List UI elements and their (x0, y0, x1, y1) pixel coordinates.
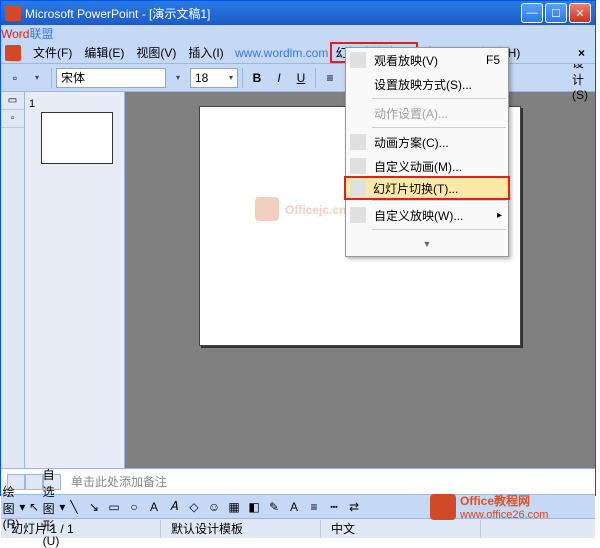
menu-slide-transition[interactable]: 幻灯片切换(T)... (344, 176, 510, 200)
present-icon (350, 52, 366, 68)
slide-thumbnail[interactable] (41, 112, 113, 164)
toolbar-dropdown[interactable]: ▾ (27, 68, 47, 88)
underline-button[interactable]: U (291, 68, 311, 88)
oval-button[interactable]: ○ (125, 498, 143, 516)
app-icon (5, 5, 21, 21)
align-left-button[interactable]: ≡ (320, 68, 340, 88)
menu-insert[interactable]: 插入(I) (182, 42, 229, 63)
outline-tab[interactable]: ▭ (1, 92, 24, 110)
minimize-button[interactable]: — (521, 3, 543, 23)
close-button[interactable]: ✕ (569, 3, 591, 23)
watermark-top: Word联盟 (1, 25, 595, 42)
transition-icon (350, 180, 366, 196)
diagram-button[interactable]: ◇ (185, 498, 203, 516)
menu-anim-schemes[interactable]: 动画方案(C)... (346, 130, 508, 154)
arrowstyle-button[interactable]: ⇄ (345, 498, 363, 516)
notes-placeholder[interactable]: 单击此处添加备注 (71, 473, 167, 490)
status-slide-indicator: 幻灯片 1 / 1 (1, 520, 161, 537)
slideshow-dropdown: 观看放映(V)F5 设置放映方式(S)... 动作设置(A)... 动画方案(C… (345, 47, 509, 257)
menu-custom-show[interactable]: 自定义放映(W)...▸ (346, 203, 508, 227)
office-logo-icon (430, 494, 456, 520)
slides-tab[interactable]: ▫ (1, 110, 24, 128)
thumb-number: 1 (29, 98, 120, 110)
pointer-button[interactable]: ↖ (25, 498, 43, 516)
arrow-button[interactable]: ↘ (85, 498, 103, 516)
maximize-button[interactable]: ☐ (545, 3, 567, 23)
bold-button[interactable]: B (247, 68, 267, 88)
slide-watermark: Officejc.cn (255, 197, 346, 221)
doc-icon[interactable] (5, 45, 21, 61)
status-template: 默认设计模板 (161, 520, 321, 537)
fillcolor-button[interactable]: ◧ (245, 498, 263, 516)
menu-edit[interactable]: 编辑(E) (78, 42, 130, 63)
font-name-combo[interactable]: 宋体 (56, 68, 166, 88)
status-language: 中文 (321, 520, 481, 537)
line-button[interactable]: ╲ (65, 498, 83, 516)
dashstyle-button[interactable]: ┅ (325, 498, 343, 516)
menu-setup-show[interactable]: 设置放映方式(S)... (346, 72, 508, 96)
new-button[interactable]: ▫ (5, 68, 25, 88)
menu-file[interactable]: 文件(F) (27, 42, 78, 63)
close-document-button[interactable]: × (572, 44, 591, 62)
italic-button[interactable]: I (269, 68, 289, 88)
menu-action-settings: 动作设置(A)... (346, 101, 508, 125)
menu-view[interactable]: 视图(V) (130, 42, 182, 63)
wordart-button[interactable]: 𝐴 (165, 498, 183, 516)
autoshape-menu[interactable]: 自选图形(U)▾ (45, 498, 63, 516)
custom-anim-icon (350, 158, 366, 174)
linecolor-button[interactable]: ✎ (265, 498, 283, 516)
draw-menu[interactable]: 绘图(R)▾ (5, 498, 23, 516)
clipart-button[interactable]: ☺ (205, 498, 223, 516)
picture-button[interactable]: ▦ (225, 498, 243, 516)
font-size-combo[interactable]: 18▾ (190, 68, 238, 88)
sorter-view-button[interactable] (25, 474, 43, 490)
bottom-watermark: Office教程网 www.office26.com (430, 492, 548, 521)
anim-scheme-icon (350, 134, 366, 150)
watermark-url: www.wordlm.com (235, 46, 328, 60)
menu-custom-anim[interactable]: 自定义动画(M)... (346, 154, 508, 178)
design-button[interactable]: 设计(S) (571, 68, 591, 88)
fontcolor-button[interactable]: A (285, 498, 303, 516)
thumbnail-pane: 1 (25, 92, 125, 468)
window-title: Microsoft PowerPoint - [演示文稿1] (25, 5, 519, 22)
linestyle-button[interactable]: ≡ (305, 498, 323, 516)
rect-button[interactable]: ▭ (105, 498, 123, 516)
textbox-button[interactable]: A (145, 498, 163, 516)
menu-expand[interactable]: ▼ (346, 232, 508, 256)
custom-show-icon (350, 207, 366, 223)
menu-view-show[interactable]: 观看放映(V)F5 (346, 48, 508, 72)
